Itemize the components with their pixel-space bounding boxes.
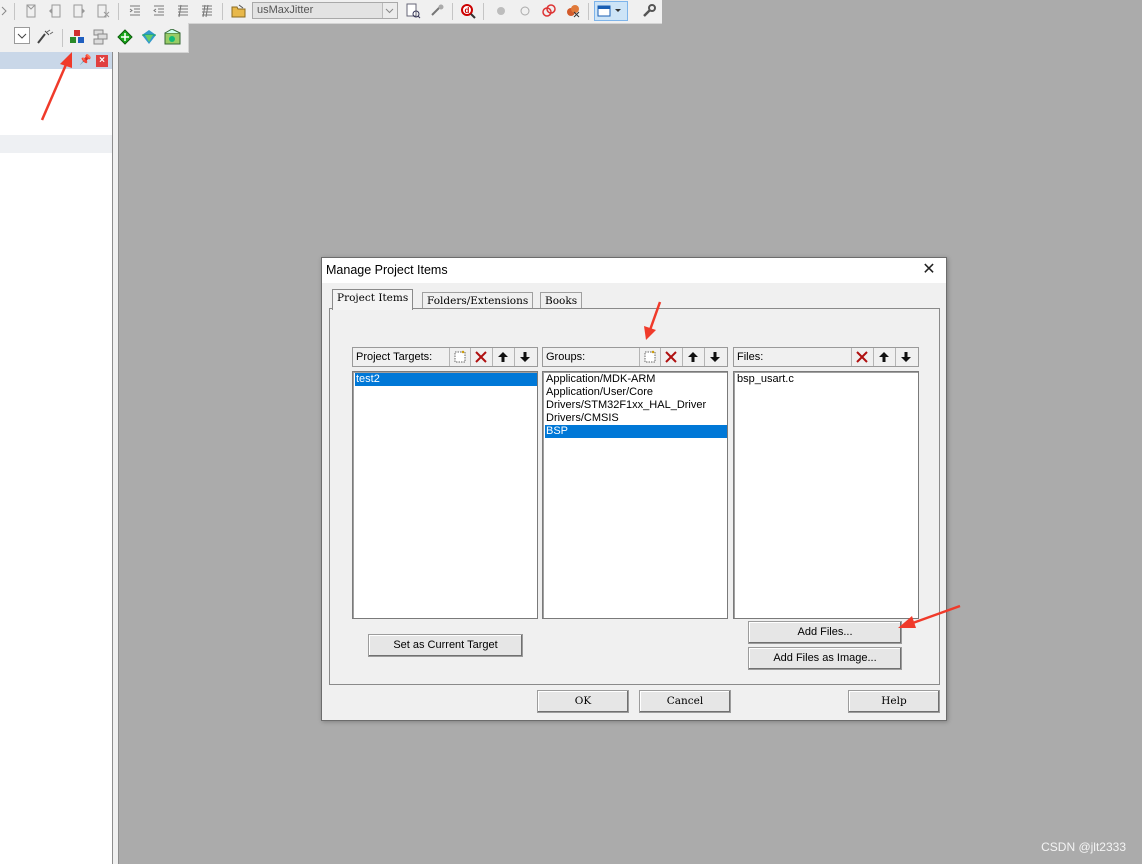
list-item[interactable]: Application/User/Core	[545, 386, 727, 399]
annotation-arrow-toolbar	[40, 52, 72, 121]
uncomment-icon[interactable]	[198, 2, 216, 20]
comment-icon[interactable]	[174, 2, 192, 20]
main-toolbar: usMaxJitter d	[0, 0, 662, 24]
files-header: Files:	[733, 347, 919, 367]
add-files-button[interactable]: Add Files...	[748, 621, 902, 644]
help-button[interactable]: Help	[848, 690, 940, 713]
list-item[interactable]: BSP	[545, 425, 727, 438]
chevron-down-icon[interactable]	[14, 27, 30, 44]
unindent-icon[interactable]	[150, 2, 168, 20]
move-down-icon[interactable]	[704, 348, 725, 366]
kill-all-breakpoints-icon[interactable]	[564, 2, 582, 20]
software-packs-icon[interactable]	[164, 28, 182, 46]
pin-icon[interactable]: 📌	[79, 55, 91, 66]
pack-installer-icon[interactable]	[116, 28, 134, 46]
annotation-arrow-new-group	[644, 301, 662, 340]
delete-group-icon[interactable]	[660, 348, 681, 366]
ok-button[interactable]: OK	[537, 690, 629, 713]
close-icon[interactable]: ✕	[920, 261, 938, 279]
delete-target-icon[interactable]	[470, 348, 491, 366]
list-item[interactable]: bsp_usart.c	[736, 373, 918, 386]
disable-breakpoint-icon[interactable]	[516, 2, 534, 20]
build-target-value: usMaxJitter	[257, 4, 314, 16]
breakpoint-icon[interactable]	[492, 2, 510, 20]
list-item[interactable]: Drivers/CMSIS	[545, 412, 727, 425]
files-label: Files:	[737, 351, 764, 363]
pane-splitter[interactable]	[113, 52, 119, 864]
move-up-icon[interactable]	[492, 348, 513, 366]
options-for-target-icon[interactable]	[36, 28, 54, 46]
list-item[interactable]: test2	[355, 373, 537, 386]
groups-header: Groups:	[542, 347, 728, 367]
run-time-environment-icon[interactable]	[140, 28, 158, 46]
groups-list[interactable]: Application/MDK-ARM Application/User/Cor…	[542, 371, 728, 619]
delete-file-icon[interactable]	[851, 348, 872, 366]
project-tree-row[interactable]	[0, 135, 112, 153]
watermark: CSDN @jlt2333	[1041, 840, 1126, 854]
next-bookmark-icon[interactable]	[70, 2, 88, 20]
chevron-down-icon[interactable]	[382, 3, 397, 18]
wrench-icon[interactable]	[640, 2, 658, 20]
list-item[interactable]: Drivers/STM32F1xx_HAL_Driver	[545, 399, 727, 412]
project-pane: 📌 ×	[0, 52, 113, 864]
project-toolbar	[0, 23, 189, 53]
prev-bookmark-icon[interactable]	[46, 2, 64, 20]
debug-session-icon[interactable]: d	[459, 2, 477, 20]
project-items-panel: Project Targets: test2 Groups: Applicati…	[329, 308, 940, 685]
move-up-icon[interactable]	[873, 348, 894, 366]
toolbar-overflow-icon[interactable]	[0, 3, 8, 19]
list-item[interactable]: Application/MDK-ARM	[545, 373, 727, 386]
targets-list[interactable]: test2	[352, 371, 538, 619]
annotation-arrow-add-files	[898, 604, 961, 628]
manage-project-items-dialog: Manage Project Items ✕ Project Items Fol…	[321, 257, 947, 721]
targets-header: Project Targets:	[352, 347, 538, 367]
add-files-as-image-button[interactable]: Add Files as Image...	[748, 647, 902, 670]
close-pane-icon[interactable]: ×	[96, 55, 108, 67]
groups-label: Groups:	[546, 351, 586, 363]
new-target-icon[interactable]	[449, 348, 470, 366]
find-in-files-icon[interactable]	[404, 2, 422, 20]
new-group-icon[interactable]	[639, 348, 660, 366]
move-up-icon[interactable]	[682, 348, 703, 366]
dialog-titlebar[interactable]: Manage Project Items ✕	[322, 258, 946, 283]
dialog-title: Manage Project Items	[326, 263, 448, 277]
build-target-select[interactable]: usMaxJitter	[252, 2, 398, 19]
cancel-button[interactable]: Cancel	[639, 690, 731, 713]
manage-project-items-icon[interactable]	[68, 28, 86, 46]
window-layout-button[interactable]	[594, 1, 628, 21]
targets-label: Project Targets:	[356, 351, 433, 363]
svg-text:d: d	[465, 6, 470, 15]
move-down-icon[interactable]	[514, 348, 535, 366]
bookmark-icon[interactable]	[22, 2, 40, 20]
disable-all-breakpoints-icon[interactable]	[540, 2, 558, 20]
tab-project-items[interactable]: Project Items	[332, 289, 414, 310]
select-packs-icon[interactable]	[92, 28, 110, 46]
move-down-icon[interactable]	[895, 348, 916, 366]
files-list[interactable]: bsp_usart.c	[733, 371, 919, 619]
configure-icon[interactable]	[428, 2, 446, 20]
open-folder-icon[interactable]	[230, 2, 248, 20]
indent-icon[interactable]	[126, 2, 144, 20]
set-current-target-button[interactable]: Set as Current Target	[368, 634, 523, 657]
clear-bookmarks-icon[interactable]	[94, 2, 112, 20]
